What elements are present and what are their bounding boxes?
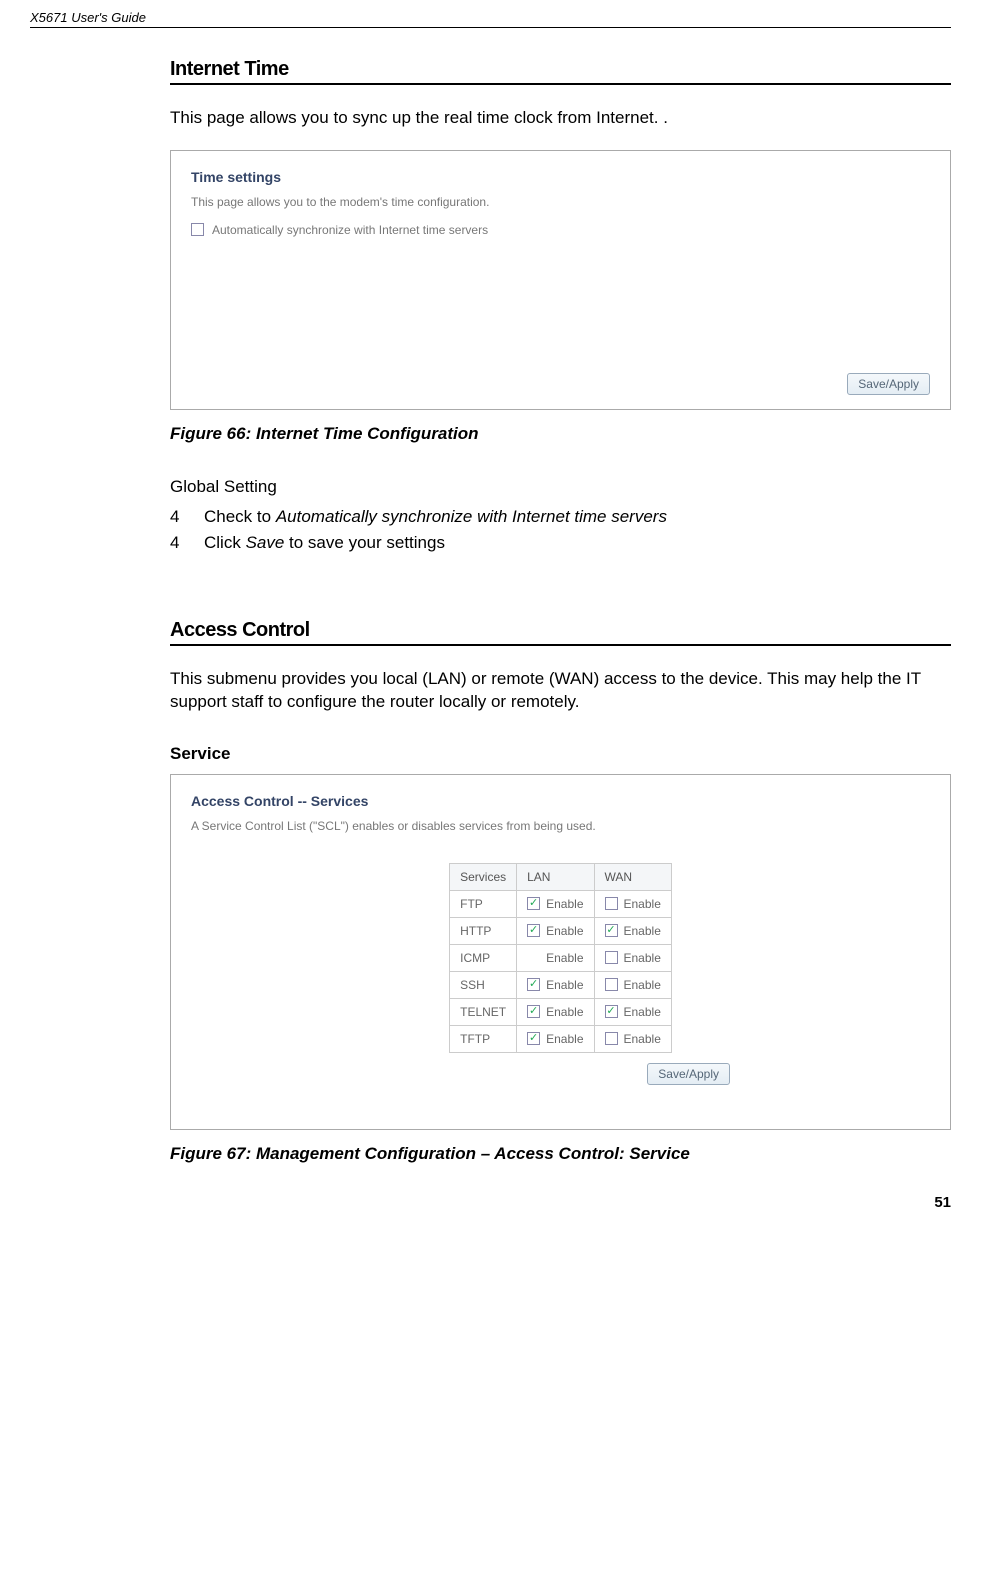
enable-checkbox[interactable] — [605, 897, 618, 910]
table-cell: Enable — [517, 1025, 594, 1052]
table-cell: Enable — [594, 971, 671, 998]
table-row: TFTP Enable Enable — [450, 1025, 672, 1052]
figure-access-control: Access Control -- Services A Service Con… — [170, 774, 951, 1130]
page-content: Internet Time This page allows you to sy… — [30, 58, 951, 1164]
table-row: SSH Enable Enable — [450, 971, 672, 998]
table-cell: Enable — [517, 998, 594, 1025]
table-cell: Enable — [594, 944, 671, 971]
section-title-internet-time: Internet Time — [170, 58, 951, 85]
table-row: TELNET Enable Enable — [450, 998, 672, 1025]
enable-label: Enable — [546, 897, 583, 911]
enable-checkbox[interactable] — [527, 924, 540, 937]
figure-time-settings: Time settings This page allows you to th… — [170, 150, 951, 410]
list-text: Check to Automatically synchronize with … — [204, 507, 667, 527]
table-row: FTP Enable Enable — [450, 890, 672, 917]
auto-sync-row: Automatically synchronize with Internet … — [191, 223, 930, 237]
section-title-access-control: Access Control — [170, 619, 951, 646]
table-header: Services — [450, 863, 517, 890]
service-name: TELNET — [450, 998, 517, 1025]
list-item: 4 Check to Automatically synchronize with… — [170, 507, 951, 527]
service-name: HTTP — [450, 917, 517, 944]
figure-title: Time settings — [191, 169, 930, 185]
auto-sync-checkbox[interactable] — [191, 223, 204, 236]
list-item: 4 Click Save to save your settings — [170, 533, 951, 553]
enable-label: Enable — [624, 897, 661, 911]
table-header: WAN — [594, 863, 671, 890]
table-cell: Enable — [594, 1025, 671, 1052]
figure-desc-ac: A Service Control List ("SCL") enables o… — [191, 819, 930, 833]
table-cell: Enable — [594, 998, 671, 1025]
enable-checkbox[interactable] — [527, 897, 540, 910]
enable-label: Enable — [624, 951, 661, 965]
page-number: 51 — [30, 1194, 951, 1211]
service-name: FTP — [450, 890, 517, 917]
table-header: LAN — [517, 863, 594, 890]
enable-checkbox[interactable] — [605, 978, 618, 991]
enable-checkbox[interactable] — [527, 978, 540, 991]
figure-caption-66: Figure 66: Internet Time Configuration — [170, 424, 951, 444]
enable-label: Enable — [546, 924, 583, 938]
table-cell: Enable — [517, 890, 594, 917]
table-cell: Enable — [517, 944, 594, 971]
list-number: 4 — [170, 533, 182, 553]
service-name: ICMP — [450, 944, 517, 971]
figure-desc: This page allows you to the modem's time… — [191, 195, 930, 209]
enable-label: Enable — [624, 1005, 661, 1019]
save-apply-button[interactable]: Save/Apply — [847, 373, 930, 395]
services-table: ServicesLANWAN FTP Enable Enable HTTP Enable… — [449, 863, 672, 1053]
table-cell: Enable — [517, 917, 594, 944]
enable-label: Enable — [546, 1032, 583, 1046]
enable-label: Enable — [546, 951, 583, 965]
table-cell: Enable — [517, 971, 594, 998]
enable-label: Enable — [546, 978, 583, 992]
enable-checkbox[interactable] — [605, 924, 618, 937]
intro-text: This page allows you to sync up the real… — [170, 107, 951, 130]
table-cell: Enable — [594, 890, 671, 917]
doc-header: X5671 User's Guide — [30, 10, 951, 28]
figure-caption-67: Figure 67: Management Configuration – Ac… — [170, 1144, 951, 1164]
save-apply-button-ac[interactable]: Save/Apply — [647, 1063, 730, 1085]
service-subhead: Service — [170, 744, 951, 764]
auto-sync-label: Automatically synchronize with Internet … — [212, 223, 488, 237]
table-row: HTTP Enable Enable — [450, 917, 672, 944]
intro-text-ac: This submenu provides you local (LAN) or… — [170, 668, 951, 714]
enable-checkbox[interactable] — [527, 1032, 540, 1045]
steps-list: 4 Check to Automatically synchronize with… — [170, 507, 951, 553]
enable-label: Enable — [546, 1005, 583, 1019]
list-number: 4 — [170, 507, 182, 527]
enable-label: Enable — [624, 978, 661, 992]
table-cell: Enable — [594, 917, 671, 944]
enable-checkbox[interactable] — [605, 951, 618, 964]
service-name: TFTP — [450, 1025, 517, 1052]
global-setting-label: Global Setting — [170, 476, 951, 499]
table-row: ICMP Enable Enable — [450, 944, 672, 971]
enable-label: Enable — [624, 924, 661, 938]
enable-checkbox[interactable] — [605, 1005, 618, 1018]
enable-checkbox[interactable] — [605, 1032, 618, 1045]
enable-checkbox[interactable] — [527, 1005, 540, 1018]
service-name: SSH — [450, 971, 517, 998]
figure-title-ac: Access Control -- Services — [191, 793, 930, 809]
enable-label: Enable — [624, 1032, 661, 1046]
list-text: Click Save to save your settings — [204, 533, 445, 553]
